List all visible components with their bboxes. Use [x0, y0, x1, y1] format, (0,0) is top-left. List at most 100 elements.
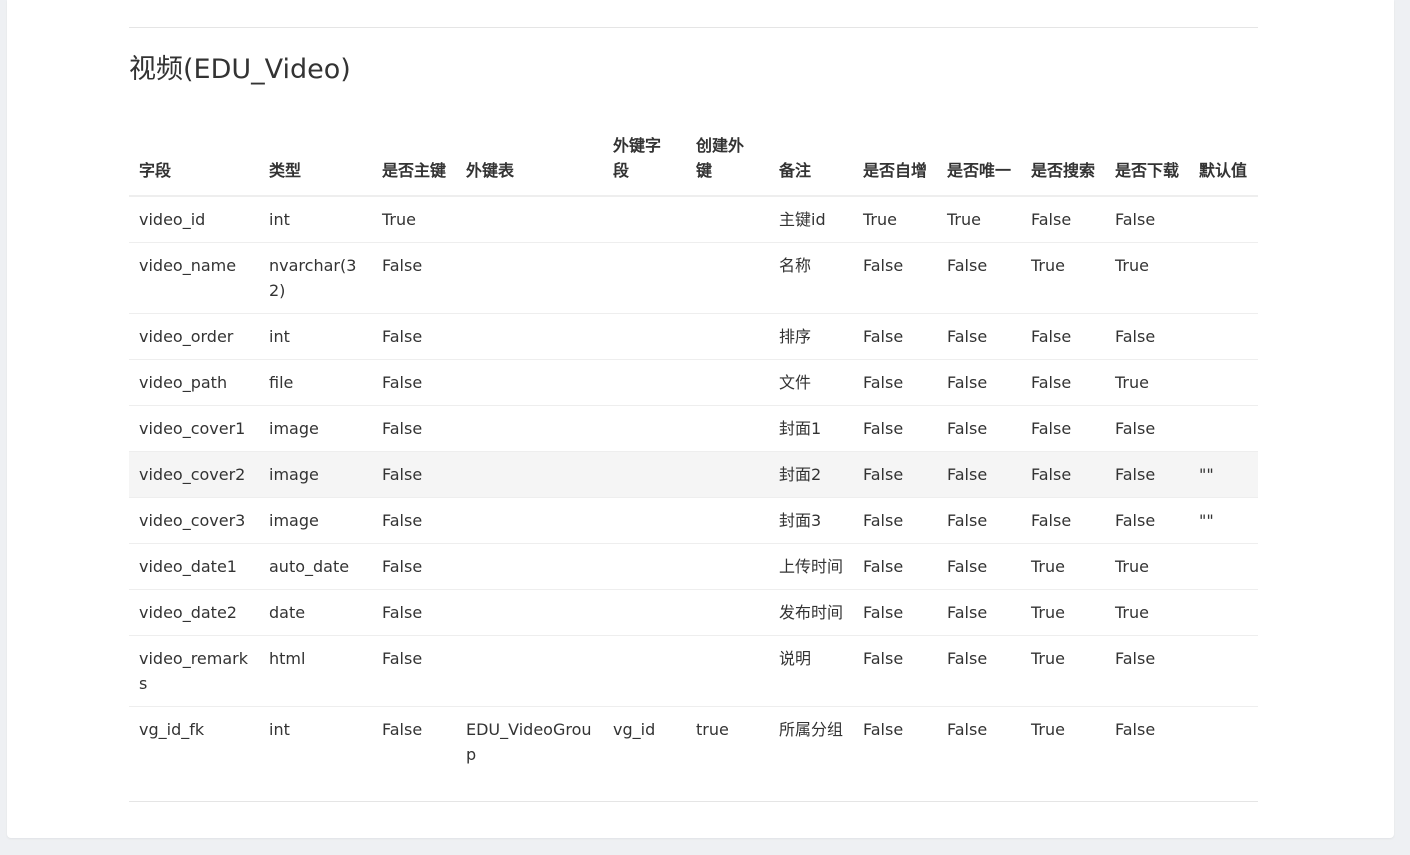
cell-default-value: "": [1189, 497, 1258, 544]
cell-remarks: 封面3: [769, 497, 853, 544]
cell-create-foreign-key: [686, 543, 769, 590]
cell-primary-key: False: [372, 405, 456, 452]
column-header-type: 类型: [259, 121, 372, 197]
cell-foreign-table: [456, 242, 603, 314]
cell-auto-increment: False: [853, 706, 937, 777]
cell-field: vg_id_fk: [129, 706, 259, 777]
cell-foreign-field: [603, 313, 686, 360]
cell-remarks: 说明: [769, 635, 853, 707]
cell-downloadable: True: [1105, 242, 1189, 314]
cell-field: video_name: [129, 242, 259, 314]
cell-create-foreign-key: [686, 589, 769, 636]
cell-primary-key: False: [372, 543, 456, 590]
cell-field: video_remarks: [129, 635, 259, 707]
cell-downloadable: True: [1105, 359, 1189, 406]
cell-searchable: True: [1021, 242, 1105, 314]
cell-create-foreign-key: [686, 195, 769, 243]
cell-foreign-table: [456, 195, 603, 243]
cell-downloadable: True: [1105, 589, 1189, 636]
cell-default-value: [1189, 543, 1258, 590]
column-header-unique: 是否唯一: [937, 121, 1021, 197]
cell-default-value: [1189, 195, 1258, 243]
table-body: video_id int True 主键id True True False False vid…: [129, 195, 1258, 777]
cell-unique: False: [937, 359, 1021, 406]
cell-default-value: [1189, 405, 1258, 452]
cell-primary-key: False: [372, 242, 456, 314]
cell-searchable: False: [1021, 195, 1105, 243]
cell-foreign-table: [456, 589, 603, 636]
cell-primary-key: False: [372, 451, 456, 498]
cell-remarks: 主键id: [769, 195, 853, 243]
cell-downloadable: False: [1105, 405, 1189, 452]
cell-type: image: [259, 497, 372, 544]
column-header-searchable: 是否搜索: [1021, 121, 1105, 197]
cell-type: int: [259, 706, 372, 777]
cell-create-foreign-key: [686, 497, 769, 544]
top-divider: [129, 27, 1258, 28]
cell-create-foreign-key: [686, 635, 769, 707]
table-row: video_cover1 image False 封面1 False False False…: [129, 405, 1258, 452]
cell-primary-key: False: [372, 706, 456, 777]
cell-auto-increment: False: [853, 635, 937, 707]
cell-searchable: False: [1021, 451, 1105, 498]
cell-downloadable: False: [1105, 451, 1189, 498]
table-row: video_order int False 排序 False False False Fals…: [129, 313, 1258, 360]
cell-field: video_order: [129, 313, 259, 360]
cell-unique: False: [937, 589, 1021, 636]
cell-foreign-table: [456, 313, 603, 360]
cell-foreign-field: [603, 589, 686, 636]
cell-default-value: [1189, 706, 1258, 777]
cell-auto-increment: False: [853, 359, 937, 406]
cell-field: video_id: [129, 195, 259, 243]
cell-foreign-table: [456, 635, 603, 707]
table-row: video_date1 auto_date False 上传时间 False False T…: [129, 543, 1258, 590]
bottom-divider: [129, 801, 1258, 802]
cell-auto-increment: False: [853, 242, 937, 314]
table-row: video_remarks html False 说明 False False True Fa…: [129, 635, 1258, 707]
cell-create-foreign-key: [686, 359, 769, 406]
cell-foreign-field: [603, 242, 686, 314]
cell-primary-key: False: [372, 497, 456, 544]
cell-default-value: [1189, 242, 1258, 314]
cell-searchable: True: [1021, 589, 1105, 636]
cell-type: image: [259, 405, 372, 452]
column-header-foreign-table: 外键表: [456, 121, 603, 197]
column-header-field: 字段: [129, 121, 259, 197]
cell-downloadable: False: [1105, 195, 1189, 243]
cell-foreign-field: [603, 497, 686, 544]
cell-primary-key: True: [372, 195, 456, 243]
cell-foreign-field: [603, 359, 686, 406]
cell-create-foreign-key: [686, 313, 769, 360]
cell-searchable: False: [1021, 405, 1105, 452]
cell-remarks: 排序: [769, 313, 853, 360]
cell-searchable: True: [1021, 706, 1105, 777]
cell-type: auto_date: [259, 543, 372, 590]
cell-unique: True: [937, 195, 1021, 243]
cell-type: int: [259, 195, 372, 243]
cell-create-foreign-key: [686, 242, 769, 314]
cell-downloadable: False: [1105, 497, 1189, 544]
table-row: vg_id_fk int False EDU_VideoGroup vg_id true 所…: [129, 706, 1258, 777]
cell-default-value: "": [1189, 451, 1258, 498]
cell-foreign-table: EDU_VideoGroup: [456, 706, 603, 777]
cell-field: video_date1: [129, 543, 259, 590]
cell-unique: False: [937, 635, 1021, 707]
cell-downloadable: False: [1105, 635, 1189, 707]
cell-foreign-table: [456, 451, 603, 498]
cell-type: int: [259, 313, 372, 360]
cell-foreign-table: [456, 497, 603, 544]
cell-foreign-field: [603, 451, 686, 498]
schema-table: 字段 类型 是否主键 外键表 外键字段 创建外键 备注 是否自增 是否唯一 是否…: [129, 121, 1258, 777]
cell-primary-key: False: [372, 313, 456, 360]
cell-remarks: 名称: [769, 242, 853, 314]
cell-downloadable: False: [1105, 706, 1189, 777]
cell-type: file: [259, 359, 372, 406]
cell-field: video_path: [129, 359, 259, 406]
cell-unique: False: [937, 543, 1021, 590]
cell-field: video_date2: [129, 589, 259, 636]
table-header-row: 字段 类型 是否主键 外键表 外键字段 创建外键 备注 是否自增 是否唯一 是否…: [129, 121, 1258, 197]
column-header-primary-key: 是否主键: [372, 121, 456, 197]
cell-default-value: [1189, 589, 1258, 636]
cell-searchable: False: [1021, 497, 1105, 544]
column-header-foreign-field: 外键字段: [603, 121, 686, 197]
